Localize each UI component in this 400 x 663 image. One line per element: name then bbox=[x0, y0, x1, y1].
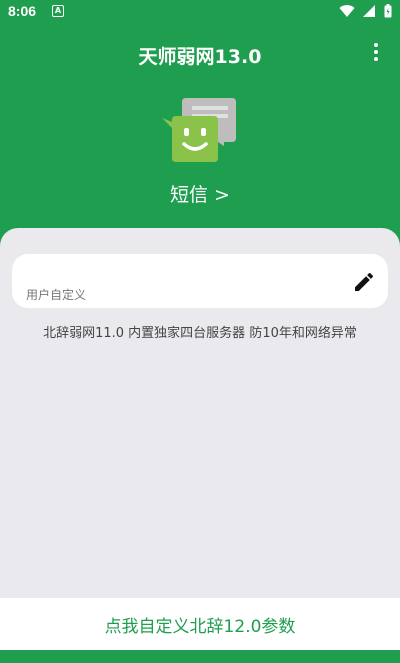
bottom-bar bbox=[0, 650, 400, 663]
content-panel: 用户自定义 北辞弱网11.0 内置独家四台服务器 防10年和网络异常 bbox=[0, 228, 400, 598]
more-vert-icon[interactable] bbox=[366, 40, 386, 68]
custom-input[interactable] bbox=[26, 262, 330, 282]
wifi-icon bbox=[339, 5, 355, 18]
app-name-link[interactable]: 短信 > bbox=[0, 180, 400, 207]
custom-input-card: 用户自定义 bbox=[12, 254, 388, 308]
status-icons bbox=[336, 4, 392, 20]
bottom-area: 点我自定义北辞12.0参数 bbox=[0, 598, 400, 650]
status-bar: 8:06 A bbox=[0, 0, 400, 24]
battery-icon bbox=[384, 4, 392, 18]
status-time: 8:06 bbox=[8, 3, 37, 19]
info-text: 北辞弱网11.0 内置独家四台服务器 防10年和网络异常 bbox=[43, 326, 357, 341]
input-label: 用户自定义 bbox=[26, 288, 87, 302]
customize-button[interactable]: 点我自定义北辞12.0参数 bbox=[0, 612, 400, 637]
app-title: 天师弱网13.0 bbox=[138, 46, 262, 68]
notification-icon: A bbox=[52, 5, 64, 17]
signal-icon bbox=[362, 5, 375, 17]
app-bar: 天师弱网13.0 bbox=[0, 24, 400, 84]
sms-app-icon[interactable] bbox=[162, 98, 240, 170]
pencil-icon[interactable] bbox=[352, 270, 376, 294]
